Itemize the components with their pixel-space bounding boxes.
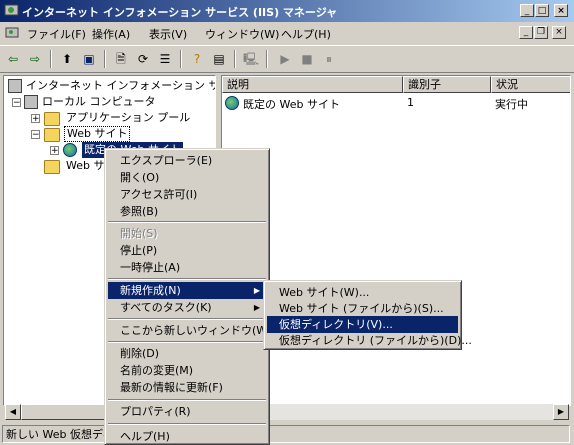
menu-item-new-window[interactable]: ここから新しいウィンドウ(W) xyxy=(108,322,271,339)
menu-bar: ファイル(F) 操作(A) 表示(V) ウィンドウ(W) ヘルプ(H) xyxy=(0,22,574,44)
folder-icon xyxy=(44,128,60,142)
expand-icon[interactable]: + xyxy=(50,146,59,156)
new-submenu: Web サイト(W)... Web サイト (ファイルから)(S)... 仮想デ… xyxy=(263,280,472,350)
expand-icon[interactable]: + xyxy=(31,114,40,124)
submenu-item-web-site[interactable]: Web サイト(W)... xyxy=(267,284,458,301)
scroll-right-icon[interactable]: ▶ xyxy=(553,404,569,420)
toolbar-separator xyxy=(234,50,236,68)
row-description: 既定の Web サイト xyxy=(243,98,340,111)
menu-item-explore[interactable]: エクスプローラ(E) xyxy=(108,152,266,169)
menu-item-new[interactable]: 新規作成(N) ▶ xyxy=(108,282,266,299)
folder-icon xyxy=(44,160,60,174)
window-title: インターネット インフォメーション サービス (IIS) マネージャ xyxy=(22,6,338,19)
toolbar-separator xyxy=(104,50,106,68)
table-row[interactable]: 既定の Web サイト 1 実行中 xyxy=(222,95,570,111)
iis-app-icon xyxy=(4,3,19,18)
child-minimize-button[interactable]: _ xyxy=(519,26,533,39)
toolbar-separator xyxy=(50,50,52,68)
menu-item-all-tasks[interactable]: すべてのタスク(K) ▶ xyxy=(108,299,266,316)
status-bar: 新しい Web 仮想ディレ xyxy=(0,423,574,445)
menu-item-browse[interactable]: 参照(B) xyxy=(108,203,266,220)
back-icon[interactable]: ⇦ xyxy=(4,51,22,68)
column-header-description[interactable]: 説明 xyxy=(222,76,403,93)
menu-item-permissions[interactable]: アクセス許可(I) xyxy=(108,186,266,203)
tree-item-label: Web サイト xyxy=(64,126,131,142)
close-button[interactable]: × xyxy=(554,4,568,17)
menu-action[interactable]: 操作(A) xyxy=(92,26,130,42)
child-close-button[interactable]: × xyxy=(552,26,566,39)
menu-separator xyxy=(108,399,266,401)
show-hide-tree-icon[interactable]: ▣ xyxy=(80,51,98,68)
menu-window[interactable]: ウィンドウ(W) xyxy=(205,26,279,42)
menu-separator xyxy=(108,278,266,280)
row-identifier: 1 xyxy=(407,96,414,109)
title-bar[interactable]: インターネット インフォメーション サービス (IIS) マネージャ _ □ × xyxy=(0,0,574,22)
menu-item-help[interactable]: ヘルプ(H) xyxy=(108,428,266,445)
refresh-icon[interactable]: ⟳ xyxy=(134,51,152,68)
tree-item-label: アプリケーション プール xyxy=(66,111,191,124)
column-header-identifier[interactable]: 識別子 xyxy=(403,76,491,93)
web-site-globe-icon xyxy=(225,96,239,110)
menu-item-rename[interactable]: 名前の変更(M) xyxy=(108,362,266,379)
menu-item-delete[interactable]: 削除(D) xyxy=(108,345,266,362)
menu-item-open[interactable]: 開く(O) xyxy=(108,169,266,186)
maximize-button[interactable]: □ xyxy=(535,4,549,17)
forward-icon[interactable]: ⇨ xyxy=(26,51,44,68)
start-icon[interactable]: ▶ xyxy=(276,51,294,68)
up-folder-icon[interactable]: ⬆ xyxy=(58,51,76,68)
help-topics-icon[interactable]: ▤ xyxy=(210,51,228,68)
menu-separator xyxy=(108,423,266,425)
toolbar-separator xyxy=(180,50,182,68)
menu-view[interactable]: 表示(V) xyxy=(149,26,187,42)
tree-item-label: ローカル コンピュータ xyxy=(42,95,156,108)
collapse-icon[interactable]: − xyxy=(31,130,40,140)
toolbar: ⇦ ⇨ ⬆ ▣ 🗎 ⟳ ☰ ? ▤ 🖳 ▶ ■ ⏸ xyxy=(0,45,574,73)
scroll-left-icon[interactable]: ◀ xyxy=(5,404,21,420)
properties-icon[interactable]: 🗎 xyxy=(112,51,130,68)
mmc-system-icon[interactable] xyxy=(5,27,19,40)
toolbar-separator xyxy=(266,50,268,68)
minimize-button[interactable]: _ xyxy=(520,4,534,17)
iis-root-icon xyxy=(8,79,22,93)
tree-item-label: インターネット インフォメーション サービス xyxy=(26,79,215,92)
help-icon[interactable]: ? xyxy=(188,51,206,68)
row-status: 実行中 xyxy=(495,98,528,111)
menu-item-refresh[interactable]: 最新の情報に更新(F) xyxy=(108,379,266,396)
menu-help[interactable]: ヘルプ(H) xyxy=(281,26,331,42)
menu-separator xyxy=(108,318,266,320)
web-site-globe-icon xyxy=(63,143,77,157)
collapse-icon[interactable]: − xyxy=(12,98,21,108)
list-horizontal-scrollbar[interactable]: ◀ ▶ xyxy=(223,404,569,420)
menu-separator xyxy=(108,221,266,223)
list-pane[interactable]: 説明 識別子 状況 既定の Web サイト 1 実行中 xyxy=(221,75,571,406)
computer-icon[interactable]: 🖳 xyxy=(242,51,260,68)
menu-item-stop[interactable]: 停止(P) xyxy=(108,242,266,259)
submenu-item-web-site-from-file[interactable]: Web サイト (ファイルから)(S)... xyxy=(267,300,458,317)
menu-separator xyxy=(108,341,266,343)
menu-item-label: すべてのタスク(K) xyxy=(120,301,212,314)
folder-icon xyxy=(44,112,60,126)
submenu-arrow-icon: ▶ xyxy=(253,286,260,295)
stop-icon[interactable]: ■ xyxy=(298,51,316,68)
menu-item-pause[interactable]: 一時停止(A) xyxy=(108,259,266,276)
column-header-status[interactable]: 状況 xyxy=(491,76,570,93)
pause-icon[interactable]: ⏸ xyxy=(320,51,338,68)
menu-item-properties[interactable]: プロパティ(R) xyxy=(108,403,266,420)
context-menu: エクスプローラ(E) 開く(O) アクセス許可(I) 参照(B) 開始(S) 停… xyxy=(104,148,271,445)
tree-item-label: Web サ xyxy=(66,159,105,172)
menu-item-start: 開始(S) xyxy=(120,227,158,240)
submenu-arrow-icon: ▶ xyxy=(253,303,260,312)
submenu-item-virtual-directory-from-file[interactable]: 仮想ディレクトリ (ファイルから)(D)... xyxy=(267,332,472,349)
child-restore-button[interactable]: ❐ xyxy=(534,26,548,39)
menu-file[interactable]: ファイル(F) xyxy=(27,26,86,42)
menu-item-label: 新規作成(N) xyxy=(120,284,181,297)
computer-icon xyxy=(24,95,38,109)
submenu-item-virtual-directory[interactable]: 仮想ディレクトリ(V)... xyxy=(267,316,458,333)
scrollbar-thumb[interactable] xyxy=(21,404,111,420)
export-list-icon[interactable]: ☰ xyxy=(156,51,174,68)
